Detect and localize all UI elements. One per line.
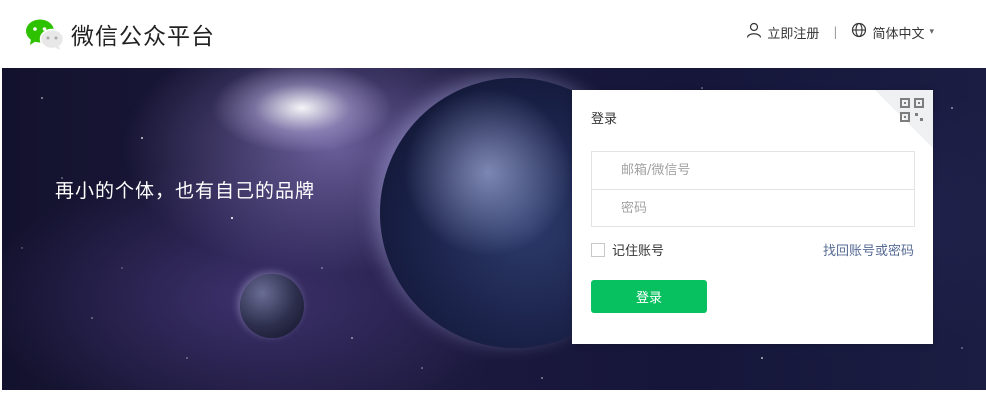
small-planet-decoration xyxy=(240,274,304,338)
banner-slogan: 再小的个体，也有自己的品牌 xyxy=(55,180,316,202)
register-link[interactable]: 立即注册 xyxy=(746,22,819,42)
brand-name: 微信公众平台 xyxy=(71,24,215,50)
top-header: 微信公众平台 立即注册 | 简体中文 ▾ xyxy=(0,0,986,68)
remember-account[interactable]: 记住账号 xyxy=(591,240,664,259)
language-label: 简体中文 xyxy=(872,26,925,42)
remember-checkbox[interactable] xyxy=(591,242,605,257)
brand-logo[interactable]: 微信公众平台 xyxy=(25,17,215,51)
chevron-down-icon: ▾ xyxy=(929,27,934,37)
forgot-password-link[interactable]: 找回账号或密码 xyxy=(823,240,914,259)
qrcode-login-toggle[interactable] xyxy=(875,90,933,148)
account-row xyxy=(592,152,914,189)
login-button[interactable]: 登录 xyxy=(591,280,707,313)
wechat-logo-icon xyxy=(25,18,65,50)
credential-fields xyxy=(591,151,915,227)
globe-icon xyxy=(851,22,872,42)
password-row xyxy=(592,189,914,226)
login-title: 登录 xyxy=(591,112,618,127)
remember-label: 记住账号 xyxy=(612,244,665,259)
header-nav: 立即注册 | 简体中文 ▾ xyxy=(746,22,934,42)
register-label: 立即注册 xyxy=(767,26,820,42)
password-input[interactable] xyxy=(621,200,914,216)
nav-divider: | xyxy=(833,25,838,39)
login-panel: 登录 记住账号 找回账号或密码 登录 xyxy=(572,90,933,344)
page-bottom xyxy=(0,390,986,403)
user-icon xyxy=(746,22,767,42)
language-selector[interactable]: 简体中文 ▾ xyxy=(851,22,934,42)
account-input[interactable] xyxy=(621,163,914,178)
